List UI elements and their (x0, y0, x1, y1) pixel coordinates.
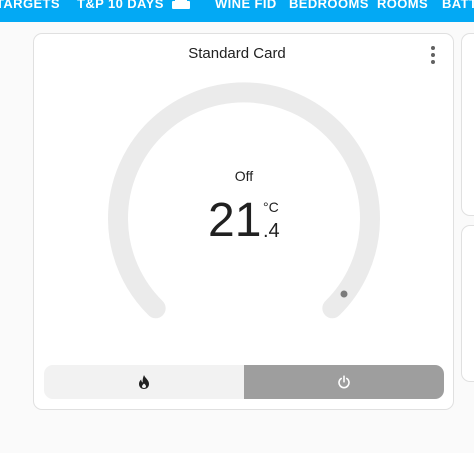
menu-dot (431, 46, 435, 50)
current-temperature-integer: 21 (208, 194, 262, 247)
printer-icon[interactable] (171, 0, 191, 11)
hvac-mode-selector (44, 365, 444, 399)
dial-setpoint-handle (340, 290, 348, 298)
current-temperature-decimal: .4 (263, 220, 280, 242)
flame-icon (139, 375, 149, 389)
tab-wine-fid[interactable]: WINE FID (215, 0, 277, 14)
menu-dot (431, 60, 435, 64)
tab-temperature-10-days[interactable]: T&P 10 DAYS (77, 0, 164, 14)
adjacent-card-bottom (461, 225, 474, 382)
tab-rooms[interactable]: ROOMS (377, 0, 428, 14)
card-title: Standard Card (188, 45, 286, 62)
temperature-unit: °C (263, 199, 279, 215)
card-menu-button[interactable] (423, 44, 443, 66)
heat-mode-button[interactable] (44, 365, 244, 399)
tab-bedrooms[interactable]: BEDROOMS (289, 0, 369, 14)
off-mode-button[interactable] (244, 365, 444, 399)
top-navigation-bar: TARGETS T&P 10 DAYS WINE FID BEDROOMS RO… (0, 0, 474, 22)
tab-targets[interactable]: TARGETS (0, 0, 60, 14)
menu-dot (431, 53, 435, 57)
hvac-state-label: Off (234, 168, 254, 184)
tab-batt[interactable]: BATT (442, 0, 474, 14)
power-icon (338, 375, 350, 389)
